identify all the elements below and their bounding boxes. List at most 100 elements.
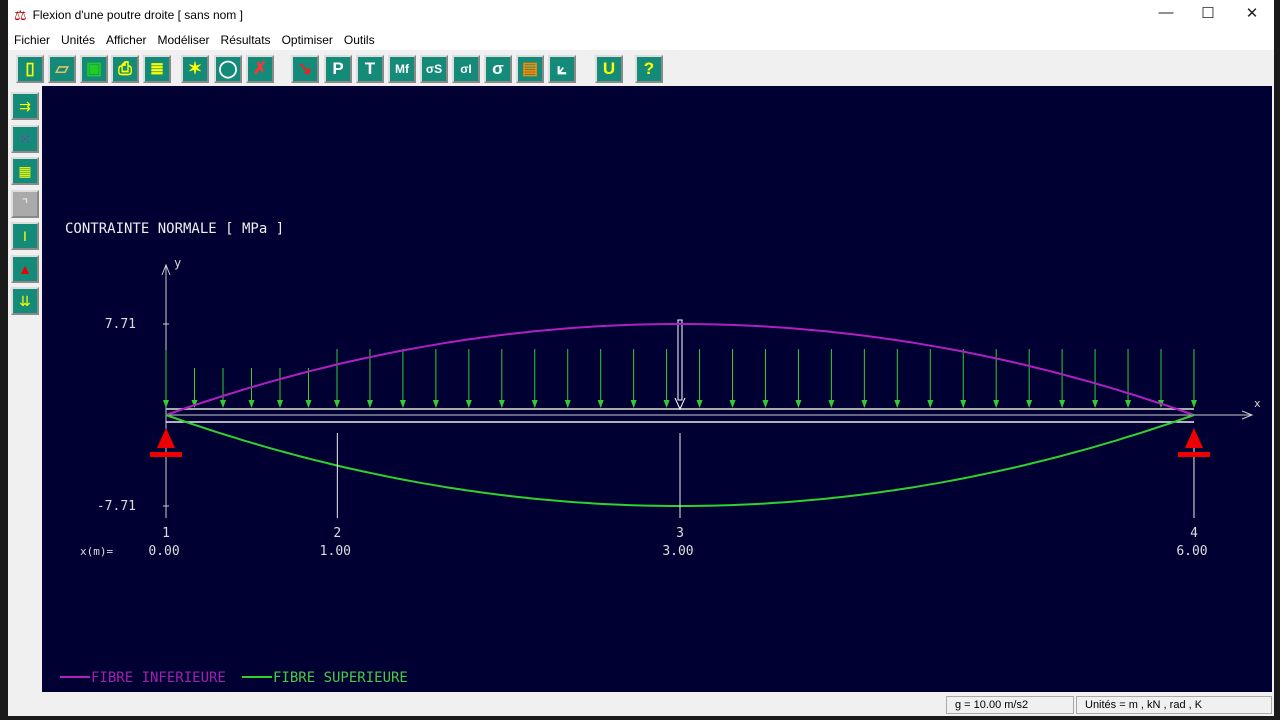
distributed-load-icon[interactable]: ⇊	[11, 287, 39, 315]
load-arrow-head	[531, 400, 538, 408]
load-arrow-head	[1026, 400, 1033, 408]
support-base	[1177, 452, 1210, 457]
load-arrow-head	[894, 400, 901, 408]
axes-icon[interactable]: ⟀	[548, 55, 576, 83]
x-axis-label: x	[1254, 397, 1261, 410]
support-base	[150, 452, 182, 457]
load-arrow-head	[163, 400, 169, 408]
open-folder-icon[interactable]: ▱	[48, 55, 76, 83]
sigma-i-button[interactable]: σI	[452, 55, 480, 83]
menu-afficher[interactable]: Afficher	[106, 33, 146, 47]
y-tick-label: -7.71	[97, 499, 136, 514]
load-arrow-head	[366, 400, 373, 408]
load-arrow-head	[597, 400, 604, 408]
load-arrow-head	[927, 400, 934, 408]
series-fibre-inferieure	[165, 323, 1195, 416]
menu-bar: Fichier Unités Afficher Modéliser Résult…	[8, 30, 1274, 50]
title-bar: ⚖ Flexion d'une poutre droite [ sans nom…	[8, 0, 1274, 30]
material-grid-icon[interactable]: ⁙	[11, 124, 39, 153]
beam-load-icon[interactable]: ↘	[291, 55, 319, 83]
section-box-icon[interactable]: ▦	[11, 157, 39, 185]
zoom-icon[interactable]: ◯	[214, 55, 242, 83]
beam-nodes-icon[interactable]: ⇉	[11, 92, 39, 120]
load-arrow-head	[993, 400, 1000, 408]
gravity-status: g = 10.00 m/s2	[946, 696, 1074, 714]
load-arrow-head	[498, 400, 505, 408]
point-load	[677, 319, 683, 401]
print-icon[interactable]: ⎙	[111, 55, 139, 83]
stress-diagram: CONTRAINTE NORMALE [ MPa ] y 7.71 -7.71 x 1 0.…	[60, 221, 1261, 686]
load-arrow-head	[696, 400, 703, 408]
load-arrow-head	[399, 400, 406, 408]
load-arrow-head	[220, 400, 226, 408]
node-x-value: 6.00	[1176, 544, 1207, 559]
help-icon[interactable]: ?	[635, 55, 663, 83]
node-x-value: 3.00	[662, 544, 693, 559]
legend-label: FIBRE SUPERIEURE	[273, 670, 408, 686]
units-status: Unités = m , kN , rad , K	[1076, 696, 1272, 714]
load-arrow-head	[465, 400, 472, 408]
load-arrow-head	[729, 400, 736, 408]
load-arrow-head	[795, 400, 802, 408]
sigma-button[interactable]: σ	[484, 55, 512, 83]
load-arrow-head	[1125, 400, 1132, 408]
color-scale-icon[interactable]: ▤	[516, 55, 544, 83]
x-prefix-label: x(m)=	[80, 545, 113, 558]
chart-title: CONTRAINTE NORMALE [ MPa ]	[65, 221, 284, 237]
y-axis-label: y	[174, 256, 181, 270]
new-file-icon[interactable]: ▯	[16, 55, 44, 83]
window-title: Flexion d'une poutre droite [ sans nom ]	[32, 8, 243, 22]
status-bar: g = 10.00 m/s2 Unités = m , kN , rad , K	[8, 694, 1274, 716]
load-arrow-head	[432, 400, 439, 408]
notes-icon[interactable]: ≣	[143, 55, 171, 83]
menu-fichier[interactable]: Fichier	[14, 33, 50, 47]
legend-label: FIBRE INFERIEURE	[91, 670, 226, 686]
p-button[interactable]: P	[324, 55, 352, 83]
load-arrow-head	[960, 400, 967, 408]
menu-unites[interactable]: Unités	[61, 33, 95, 47]
load-arrow-head	[1092, 400, 1099, 408]
maximize-button[interactable]: ☐	[1188, 4, 1228, 22]
node-number: 1	[162, 526, 170, 541]
menu-modeliser[interactable]: Modéliser	[158, 33, 210, 47]
node-number: 3	[676, 526, 684, 541]
load-arrow-head	[828, 400, 835, 408]
sigma-s-button[interactable]: σS	[420, 55, 448, 83]
close-button[interactable]: ✕	[1232, 4, 1272, 22]
toolbar: ▯ ▱ ▣ ⎙ ≣ ✶ ◯ ✗ ↘ P T Mf σS σI σ ▤ ⟀ U?	[8, 52, 1274, 86]
app-icon: ⚖	[14, 6, 27, 23]
mf-button[interactable]: Mf	[388, 55, 416, 83]
node-number: 2	[333, 526, 341, 541]
save-icon[interactable]: ▣	[80, 55, 108, 83]
t-button[interactable]: T	[356, 55, 384, 83]
load-arrow-head	[861, 400, 868, 408]
i-section-icon[interactable]: I	[11, 222, 39, 250]
load-arrow-head	[762, 400, 769, 408]
app-window: ⚖ Flexion d'une poutre droite [ sans nom…	[8, 0, 1274, 716]
load-arrow-head	[305, 400, 312, 408]
load-arrow-head	[630, 400, 637, 408]
angle-icon[interactable]: ⌝	[11, 189, 39, 218]
load-arrow-head	[663, 400, 670, 408]
menu-resultats[interactable]: Résultats	[221, 33, 271, 47]
load-arrow-head	[1190, 400, 1197, 408]
load-arrow-head	[1059, 400, 1066, 408]
load-arrow-head	[248, 400, 255, 408]
menu-optimiser[interactable]: Optimiser	[282, 33, 333, 47]
node-x-value: 0.00	[148, 544, 179, 559]
load-arrow-head	[277, 400, 283, 408]
load-arrow-head	[334, 400, 340, 408]
support-icon	[157, 428, 175, 448]
y-tick-label: 7.71	[105, 317, 136, 332]
menu-outils[interactable]: Outils	[344, 33, 375, 47]
node-x-value: 1.00	[320, 544, 351, 559]
zoom-cancel-icon[interactable]: ✗	[246, 55, 274, 83]
sun-icon[interactable]: ✶	[181, 55, 209, 83]
node-number: 4	[1190, 526, 1198, 541]
u-button[interactable]: U	[595, 55, 623, 83]
load-arrow-head	[564, 400, 571, 408]
minimize-button[interactable]: —	[1146, 4, 1186, 21]
drawing-canvas[interactable]: CONTRAINTE NORMALE [ MPa ] y 7.71 -7.71 x 1 0.…	[42, 86, 1272, 692]
support-icon[interactable]: ▲	[11, 254, 39, 283]
support-icon	[1184, 428, 1203, 448]
